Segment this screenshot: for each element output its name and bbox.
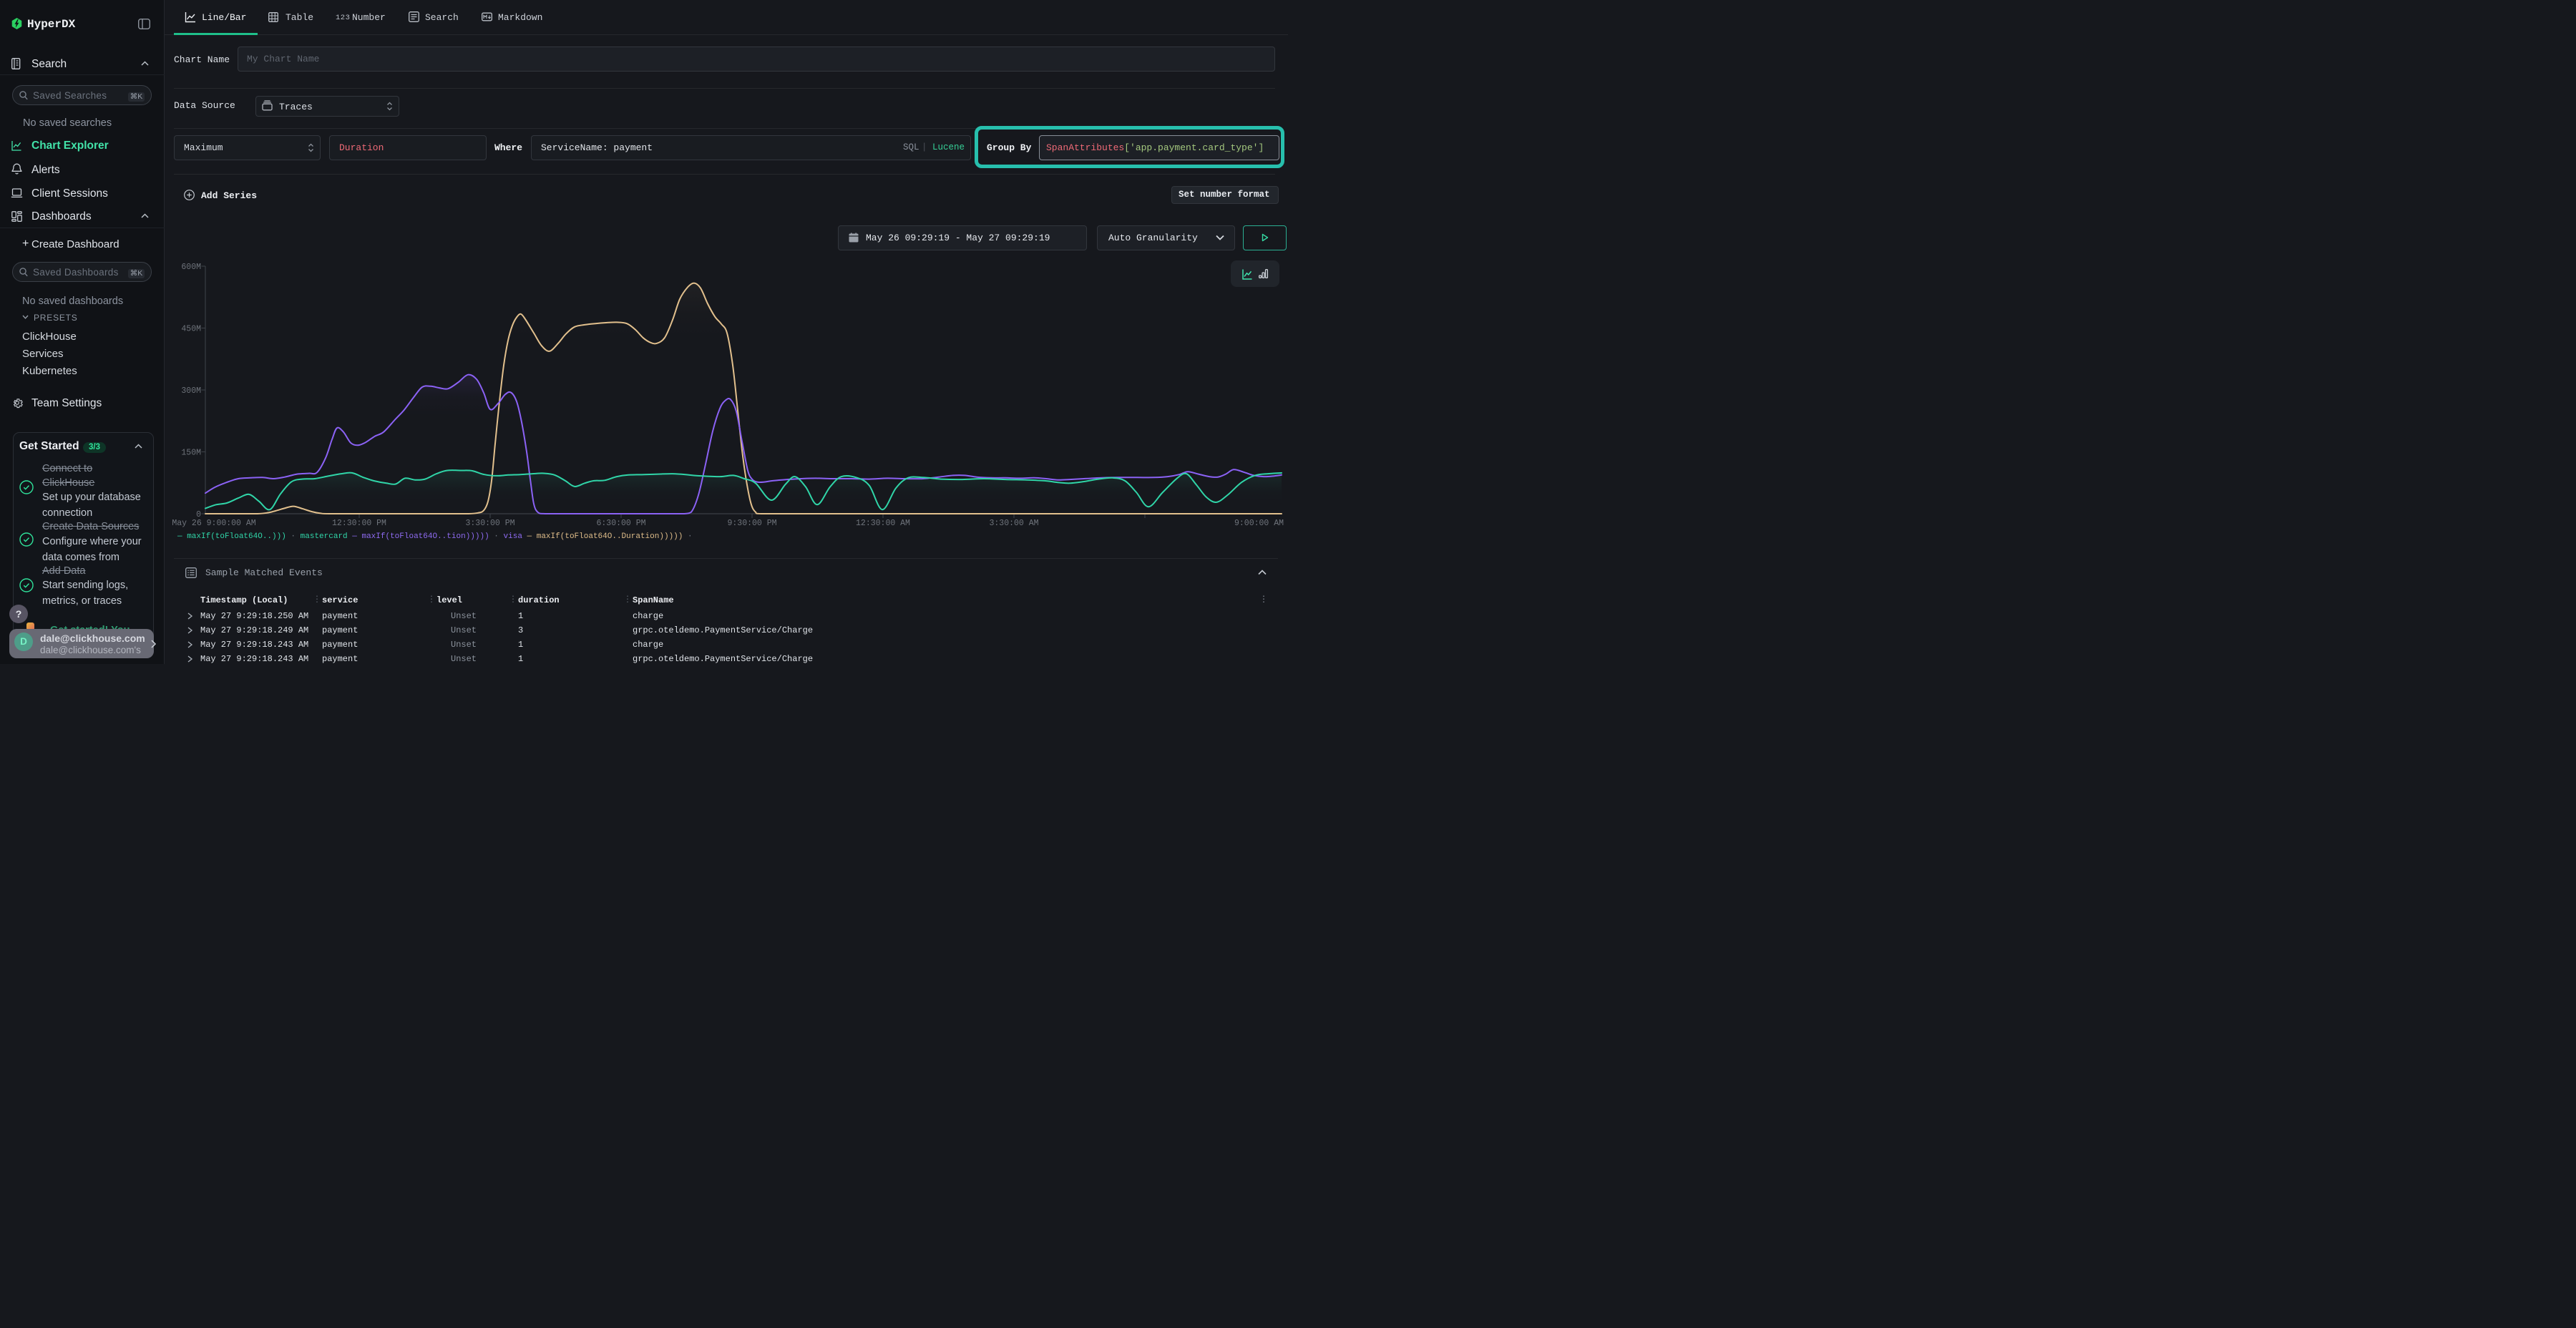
svg-text:12:30:00 AM: 12:30:00 AM bbox=[856, 519, 910, 528]
svg-text:600M: 600M bbox=[181, 263, 201, 272]
svg-text:6:30:00 PM: 6:30:00 PM bbox=[596, 519, 645, 528]
svg-text:9:00:00 AM: 9:00:00 AM bbox=[1234, 519, 1284, 528]
svg-text:450M: 450M bbox=[181, 325, 201, 334]
svg-text:150M: 150M bbox=[181, 449, 201, 458]
svg-text:12:30:00 PM: 12:30:00 PM bbox=[332, 519, 386, 528]
svg-text:3:30:00 PM: 3:30:00 PM bbox=[465, 519, 514, 528]
svg-text:300M: 300M bbox=[181, 386, 201, 396]
svg-text:9:30:00 PM: 9:30:00 PM bbox=[727, 519, 776, 528]
svg-text:May 26 9:00:00 AM: May 26 9:00:00 AM bbox=[172, 519, 255, 528]
svg-text:3:30:00 AM: 3:30:00 AM bbox=[989, 519, 1038, 528]
